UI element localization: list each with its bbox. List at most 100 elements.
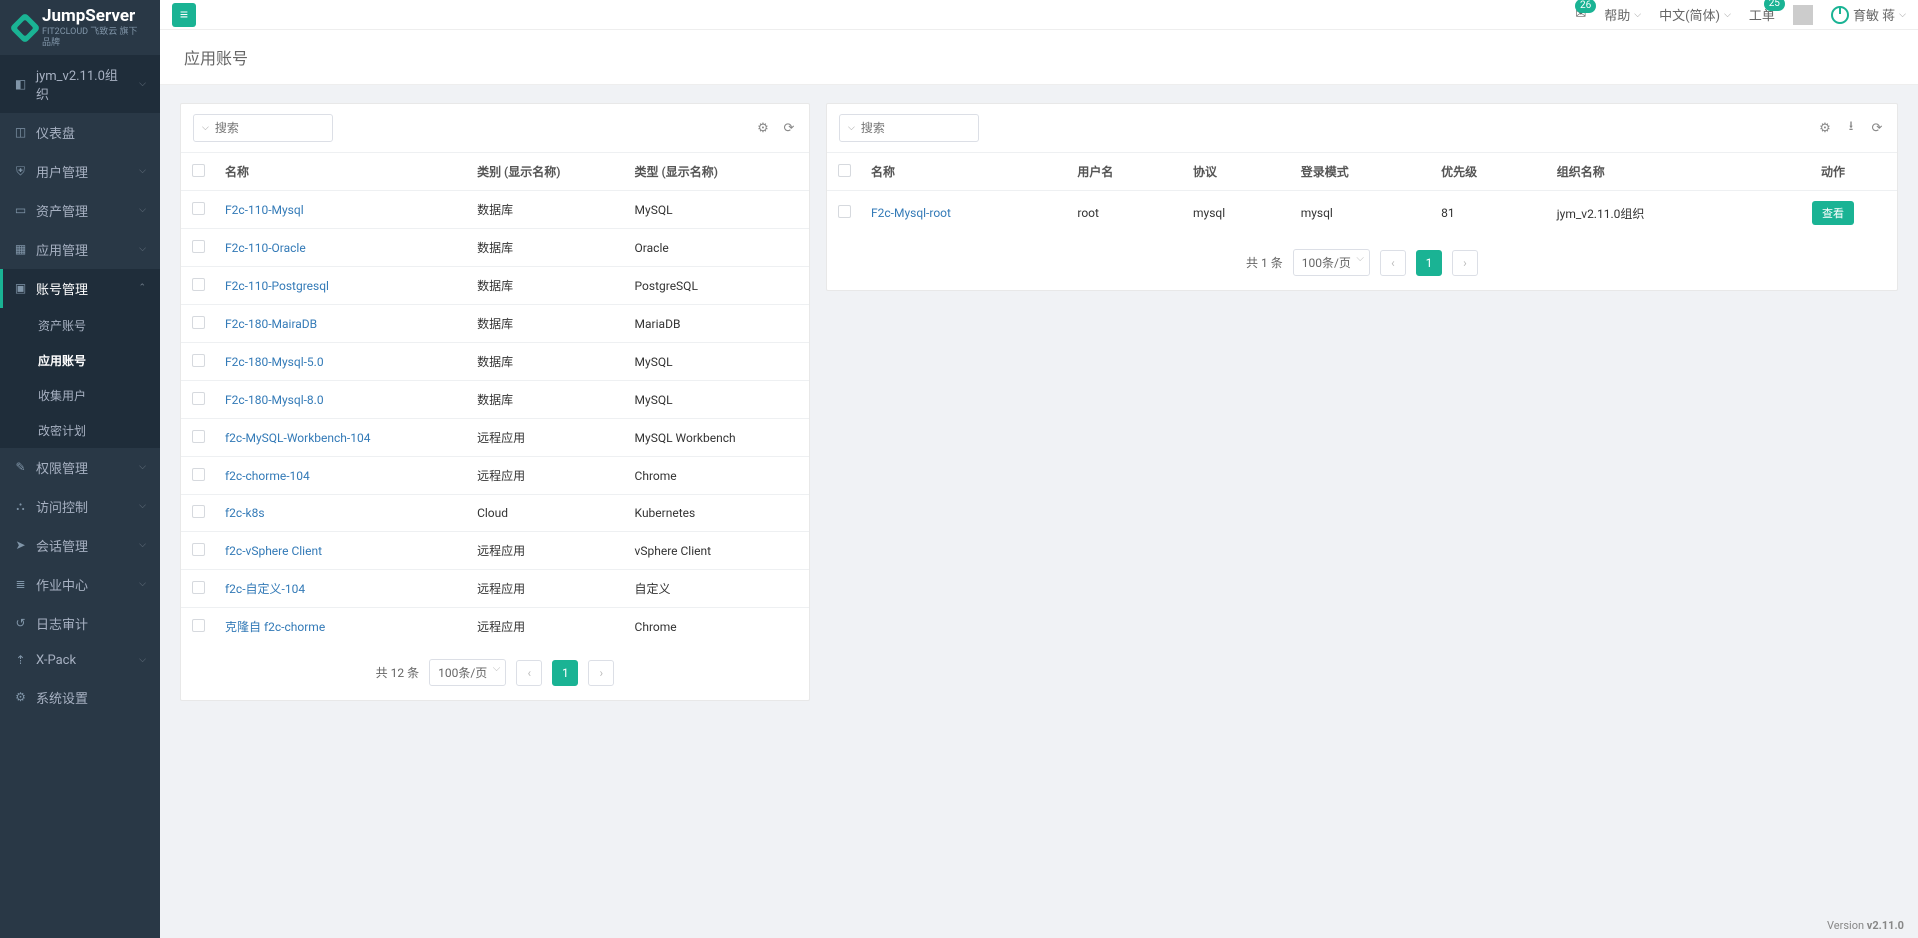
language-menu[interactable]: 中文(简体) ⌵ [1659, 5, 1731, 24]
app-name-link[interactable]: f2c-MySQL-Workbench-104 [225, 431, 370, 445]
sidebar-item[interactable]: ✎权限管理⌵ [0, 448, 160, 487]
row-checkbox[interactable] [838, 205, 851, 218]
table-row[interactable]: F2c-180-Mysql-5.0 数据库 MySQL [181, 343, 809, 381]
mail-button[interactable]: ✉ 26 [1575, 7, 1586, 22]
row-checkbox[interactable] [192, 505, 205, 518]
col-org: 组织名称 [1547, 153, 1769, 191]
page-1-button[interactable]: 1 [552, 660, 578, 686]
table-row[interactable]: F2c-110-Mysql 数据库 MySQL [181, 191, 809, 229]
ticket-button[interactable]: 工单 25 [1749, 5, 1775, 24]
table-row[interactable]: f2c-k8s Cloud Kubernetes [181, 495, 809, 532]
prev-page-button[interactable]: ‹ [1380, 250, 1406, 276]
app-name-link[interactable]: 克隆自 f2c-chorme [225, 620, 325, 634]
row-checkbox[interactable] [192, 278, 205, 291]
table-row[interactable]: f2c-chorme-104 远程应用 Chrome [181, 457, 809, 495]
user-menu[interactable]: 育敏 蒋 ⌵ [1831, 5, 1906, 24]
help-menu[interactable]: 帮助 ⌵ [1604, 5, 1641, 24]
account-protocol: mysql [1183, 191, 1291, 236]
menu-icon: ⇡ [14, 654, 27, 667]
table-row[interactable]: F2c-Mysql-root root mysql mysql 81 jym_v… [827, 191, 1897, 236]
row-checkbox[interactable] [192, 316, 205, 329]
search-field[interactable] [215, 121, 324, 135]
table-row[interactable]: F2c-180-Mysql-8.0 数据库 MySQL [181, 381, 809, 419]
sidebar-item[interactable]: ≣作业中心⌵ [0, 565, 160, 604]
gear-icon[interactable]: ⚙ [755, 120, 771, 136]
sidebar-label: 访问控制 [36, 497, 88, 516]
search-input-left[interactable]: ⌵ [193, 114, 333, 142]
page-size-select[interactable]: 100条/页 [429, 659, 506, 686]
app-name-link[interactable]: F2c-110-Postgresql [225, 279, 329, 293]
app-category: 数据库 [467, 305, 624, 343]
toggle-sidebar-button[interactable]: ≡ [172, 3, 196, 27]
sidebar-label: 权限管理 [36, 458, 88, 477]
search-field[interactable] [861, 121, 970, 135]
refresh-icon[interactable]: ⟳ [781, 120, 797, 136]
table-row[interactable]: F2c-110-Postgresql 数据库 PostgreSQL [181, 267, 809, 305]
account-name-link[interactable]: F2c-Mysql-root [871, 206, 951, 220]
account-org: jym_v2.11.0组织 [1547, 191, 1769, 236]
table-row[interactable]: 克隆自 f2c-chorme 远程应用 Chrome [181, 608, 809, 646]
app-name-link[interactable]: f2c-自定义-104 [225, 582, 305, 596]
sidebar-sub-item[interactable]: 改密计划 [0, 413, 160, 448]
sidebar-item[interactable]: ➤会话管理⌵ [0, 526, 160, 565]
avatar[interactable] [1793, 5, 1813, 25]
col-priority: 优先级 [1431, 153, 1547, 191]
sidebar-item[interactable]: ⚙系统设置 [0, 678, 160, 717]
sidebar-item-accounts[interactable]: ▣ 账号管理 ⌃ [0, 269, 160, 308]
row-checkbox[interactable] [192, 581, 205, 594]
sidebar-item[interactable]: ▦应用管理⌵ [0, 230, 160, 269]
app-name-link[interactable]: F2c-110-Oracle [225, 241, 306, 255]
app-name-link[interactable]: F2c-180-Mysql-5.0 [225, 355, 324, 369]
sidebar-item[interactable]: ⇡X-Pack⌵ [0, 643, 160, 678]
app-category: 远程应用 [467, 570, 624, 608]
app-name-link[interactable]: F2c-180-MairaDB [225, 317, 317, 331]
sidebar-item[interactable]: ⛨用户管理⌵ [0, 152, 160, 191]
row-checkbox[interactable] [192, 202, 205, 215]
row-checkbox[interactable] [192, 392, 205, 405]
menu-icon: ⛨ [14, 165, 27, 178]
logo[interactable]: JumpServer FIT2CLOUD 飞致云 旗下品牌 [0, 0, 160, 55]
row-checkbox[interactable] [192, 619, 205, 632]
sidebar-sub-item[interactable]: 应用账号 [0, 343, 160, 378]
row-checkbox[interactable] [192, 354, 205, 367]
row-checkbox[interactable] [192, 543, 205, 556]
app-name-link[interactable]: f2c-vSphere Client [225, 544, 322, 558]
row-checkbox[interactable] [192, 430, 205, 443]
select-all-checkbox[interactable] [838, 164, 851, 177]
app-name-link[interactable]: F2c-180-Mysql-8.0 [225, 393, 324, 407]
table-row[interactable]: F2c-110-Oracle 数据库 Oracle [181, 229, 809, 267]
sidebar-item[interactable]: ↺日志审计 [0, 604, 160, 643]
sidebar-item[interactable]: ⛬访问控制⌵ [0, 487, 160, 526]
row-checkbox[interactable] [192, 240, 205, 253]
table-row[interactable]: f2c-vSphere Client 远程应用 vSphere Client [181, 532, 809, 570]
row-checkbox[interactable] [192, 468, 205, 481]
search-input-right[interactable]: ⌵ [839, 114, 979, 142]
app-category: Cloud [467, 495, 624, 532]
gear-icon[interactable]: ⚙ [1817, 120, 1833, 136]
sidebar-item[interactable]: ◫仪表盘 [0, 113, 160, 152]
next-page-button[interactable]: › [1452, 250, 1478, 276]
app-type: MySQL Workbench [625, 419, 809, 457]
app-name-link[interactable]: F2c-110-Mysql [225, 203, 304, 217]
sidebar-item[interactable]: ▭资产管理⌵ [0, 191, 160, 230]
table-row[interactable]: f2c-MySQL-Workbench-104 远程应用 MySQL Workb… [181, 419, 809, 457]
select-all-checkbox[interactable] [192, 164, 205, 177]
table-row[interactable]: f2c-自定义-104 远程应用 自定义 [181, 570, 809, 608]
sidebar-label: 资产管理 [36, 201, 88, 220]
page-1-button[interactable]: 1 [1416, 250, 1442, 276]
next-page-button[interactable]: › [588, 660, 614, 686]
sidebar-sub-item[interactable]: 资产账号 [0, 308, 160, 343]
page-size-select[interactable]: 100条/页 [1293, 249, 1370, 276]
org-selector[interactable]: ◧ jym_v2.11.0组织 ⌵ [0, 55, 160, 113]
sidebar-sub-item[interactable]: 收集用户 [0, 378, 160, 413]
download-icon[interactable]: ⭳ [1843, 120, 1859, 136]
view-button[interactable]: 查看 [1812, 201, 1854, 225]
table-row[interactable]: F2c-180-MairaDB 数据库 MariaDB [181, 305, 809, 343]
app-name-link[interactable]: f2c-k8s [225, 506, 265, 520]
prev-page-button[interactable]: ‹ [516, 660, 542, 686]
app-name-link[interactable]: f2c-chorme-104 [225, 469, 310, 483]
refresh-icon[interactable]: ⟳ [1869, 120, 1885, 136]
sidebar-label: 作业中心 [36, 575, 88, 594]
app-type: 自定义 [625, 570, 809, 608]
app-type: MariaDB [625, 305, 809, 343]
